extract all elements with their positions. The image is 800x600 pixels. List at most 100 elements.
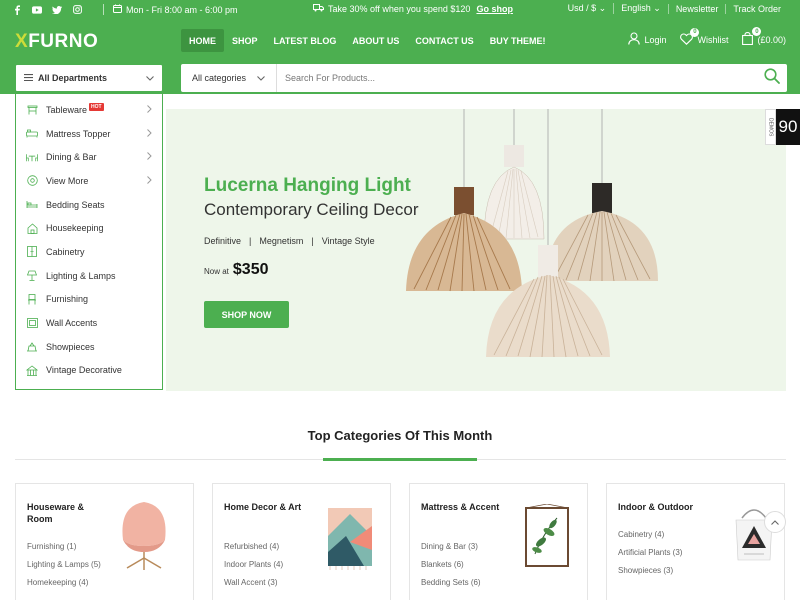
category-link[interactable]: Dining & Bar (3) [421, 542, 481, 552]
language-label: English [621, 3, 651, 13]
framed-leaf-image [525, 504, 569, 567]
category-link[interactable]: Cabinetry (4) [618, 530, 682, 540]
currency-label: Usd / $ [567, 3, 597, 13]
dept-item-bedding-seats[interactable]: Bedding Seats [16, 193, 162, 217]
youtube-icon[interactable] [32, 4, 42, 15]
instagram-icon[interactable] [72, 4, 82, 15]
top-bar: Mon - Fri 8:00 am - 6:00 pm Take 30% off… [0, 0, 800, 20]
search-strip: All Departments All categories [0, 62, 800, 94]
armchair-image [122, 502, 166, 570]
dept-item-label: Wall Accents [46, 318, 98, 329]
chevron-right-icon [147, 152, 152, 162]
category-link[interactable]: Indoor Plants (4) [224, 560, 283, 570]
chevron-up-icon [771, 517, 779, 528]
category-card-title[interactable]: Indoor & Outdoor [618, 501, 718, 513]
demos-tab[interactable]: DEMOS [765, 109, 776, 145]
currency-selector[interactable]: Usd / $ ⌄ [561, 3, 614, 14]
feature-divider: | [311, 236, 314, 246]
category-link[interactable]: Artificial Plants (3) [618, 548, 682, 558]
twitter-icon[interactable] [52, 4, 62, 15]
dept-item-cabinetry[interactable]: Cabinetry [16, 240, 162, 264]
hot-badge: HOT [89, 102, 104, 111]
furnishing-icon [26, 293, 38, 305]
dept-item-showpieces[interactable]: Showpieces [16, 335, 162, 359]
hero-subtitle: Contemporary Ceiling Decor [204, 200, 419, 219]
scroll-to-top-button[interactable] [764, 511, 786, 533]
view-more-icon [26, 175, 38, 187]
dept-item-view-more[interactable]: View More [16, 169, 162, 193]
chevron-down-icon: ⌄ [598, 3, 607, 13]
nav-about-us[interactable]: ABOUT US [344, 29, 407, 52]
hours-text: Mon - Fri 8:00 am - 6:00 pm [126, 4, 238, 15]
shopping-bag-icon [742, 32, 754, 47]
business-hours: Mon - Fri 8:00 am - 6:00 pm [98, 4, 238, 15]
hero-banner: Lucerna Hanging Light Contemporary Ceili… [166, 109, 786, 391]
dept-item-dining-bar[interactable]: Dining & Bar [16, 145, 162, 169]
price-prefix: Now at [204, 267, 229, 276]
vintage-icon [26, 365, 38, 376]
dept-item-wall-accents[interactable]: Wall Accents [16, 311, 162, 335]
dept-item-furnishing[interactable]: Furnishing [16, 288, 162, 312]
demos-count-badge[interactable]: 90 [776, 109, 800, 145]
nav-contact-us[interactable]: CONTACT US [407, 29, 481, 52]
category-link[interactable]: Wall Accent (3) [224, 578, 283, 588]
cart-link[interactable]: 0 (£0.00) [742, 27, 786, 47]
dept-item-label: Furnishing [46, 294, 89, 305]
hero-title: Lucerna Hanging Light [204, 175, 411, 196]
cabinet-icon [26, 246, 38, 258]
category-link[interactable]: Showpieces (3) [618, 566, 682, 576]
dept-item-vintage-decorative[interactable]: Vintage Decorative [16, 359, 162, 383]
calendar-icon [113, 4, 122, 15]
chevron-down-icon [146, 74, 154, 83]
category-link[interactable]: Homekeeping (4) [27, 578, 105, 588]
dept-item-label: Bedding Seats [46, 199, 105, 210]
housekeeping-icon [26, 223, 38, 234]
mattress-icon [26, 128, 38, 139]
dept-item-housekeeping[interactable]: Housekeeping [16, 216, 162, 240]
go-shop-link[interactable]: Go shop [476, 4, 513, 14]
category-card-title[interactable]: Mattress & Accent [421, 501, 501, 513]
dept-item-lighting-lamps[interactable]: Lighting & Lamps [16, 264, 162, 288]
track-order-link[interactable]: Track Order [725, 3, 788, 14]
category-select[interactable]: All categories [181, 64, 277, 92]
category-card-title[interactable]: Houseware & Room [27, 501, 107, 525]
category-link[interactable]: Bedding Sets (6) [421, 578, 481, 588]
facebook-icon[interactable] [12, 4, 22, 15]
main-nav: HOME SHOP LATEST BLOG ABOUT US CONTACT U… [181, 29, 554, 52]
category-cards: Houseware & Room Furnishing (1) Lighting… [15, 483, 786, 600]
chevron-down-icon [257, 74, 265, 83]
header-actions: Login 0 Wishlist 0 (£0.00) [628, 27, 786, 47]
category-card: Indoor & Outdoor Cabinetry (4) Artificia… [606, 483, 785, 600]
dept-item-mattress-topper[interactable]: Mattress Topper [16, 122, 162, 146]
search-button[interactable] [757, 64, 787, 92]
category-link[interactable]: Lighting & Lamps (5) [27, 560, 105, 570]
site-logo[interactable]: XFURNO [15, 31, 98, 53]
nav-home[interactable]: HOME [181, 29, 224, 52]
nav-shop[interactable]: SHOP [224, 29, 266, 52]
dept-item-tableware[interactable]: Tableware HOT [16, 98, 162, 122]
nav-buy-theme[interactable]: BUY THEME! [482, 29, 554, 52]
category-link[interactable]: Refurbished (4) [224, 542, 283, 552]
search-input[interactable] [277, 64, 757, 92]
category-card-title[interactable]: Home Decor & Art [224, 501, 304, 513]
category-link[interactable]: Blankets (6) [421, 560, 481, 570]
language-selector[interactable]: English ⌄ [613, 3, 668, 14]
dept-item-label: Showpieces [46, 341, 95, 352]
category-link[interactable]: Furnishing (1) [27, 542, 105, 552]
nav-latest-blog[interactable]: LATEST BLOG [266, 29, 345, 52]
dept-item-label: Mattress Topper [46, 128, 111, 139]
hero-feature: Megnetism [259, 236, 304, 246]
wishlist-link[interactable]: 0 Wishlist [680, 27, 728, 47]
promo-text: Take 30% off when you spend $120 [328, 4, 471, 14]
frame-icon [26, 318, 38, 329]
feature-divider: | [249, 236, 252, 246]
newsletter-link[interactable]: Newsletter [667, 3, 726, 14]
chevron-right-icon [147, 104, 152, 115]
shop-now-button[interactable]: SHOP NOW [204, 301, 289, 328]
throw-blanket-image [328, 508, 372, 570]
login-link[interactable]: Login [628, 32, 666, 47]
all-departments-toggle[interactable]: All Departments [15, 64, 163, 92]
category-links: Dining & Bar (3) Blankets (6) Bedding Se… [421, 542, 481, 596]
wishlist-count-badge: 0 [690, 27, 700, 37]
category-card: Houseware & Room Furnishing (1) Lighting… [15, 483, 194, 600]
